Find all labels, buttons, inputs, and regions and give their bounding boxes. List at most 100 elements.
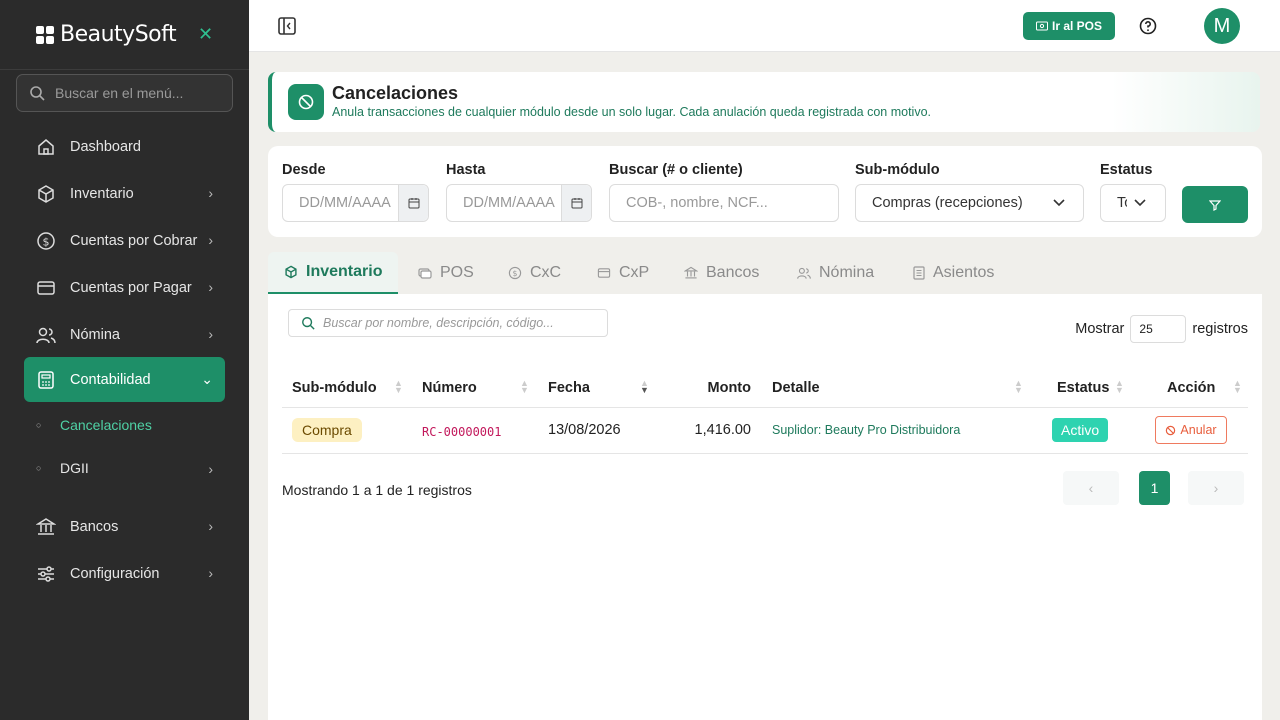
anular-label: Anular bbox=[1180, 423, 1217, 437]
chevron-right-icon: › bbox=[208, 518, 213, 534]
sort-icon[interactable]: ▲ ▼ bbox=[520, 379, 529, 395]
users-icon bbox=[36, 325, 56, 345]
sidebar-item-bancos[interactable]: Bancos › bbox=[24, 504, 225, 549]
tab-label: Nómina bbox=[819, 264, 875, 281]
page-subtitle: Anula transacciones de cualquier módulo … bbox=[332, 105, 931, 119]
chevron-right-icon: › bbox=[208, 326, 213, 342]
page-title: Cancelaciones bbox=[332, 83, 459, 103]
status-badge: Activo bbox=[1052, 418, 1109, 442]
table-header: Sub-módulo ▲ ▼ Número ▲ ▼ Fecha ▲ ▼ Monto D… bbox=[282, 370, 1248, 408]
chevron-down-icon bbox=[1134, 199, 1146, 207]
sidebar-subitem-dgii[interactable]: ○ DGII › bbox=[36, 451, 225, 485]
sidebar-item-configuracion[interactable]: Configuración › bbox=[24, 551, 225, 596]
desde-input[interactable] bbox=[283, 195, 398, 211]
tab-cxc[interactable]: $ CxC bbox=[508, 252, 561, 294]
bank-icon bbox=[36, 517, 56, 537]
ban-icon bbox=[1166, 425, 1176, 435]
buscar-field[interactable] bbox=[609, 184, 839, 222]
chevron-right-icon: › bbox=[208, 279, 213, 295]
estatus-label: Estatus bbox=[1100, 162, 1153, 178]
page-header: Cancelaciones Anula transacciones de cua… bbox=[268, 72, 1260, 132]
col-estatus[interactable]: Estatus bbox=[1057, 380, 1109, 396]
sidebar-item-inventario[interactable]: Inventario › bbox=[24, 171, 225, 216]
sidebar-subitem-cancelaciones[interactable]: ○ Cancelaciones bbox=[36, 408, 225, 442]
tab-pos[interactable]: POS bbox=[418, 252, 474, 294]
sort-icon[interactable]: ▲ ▼ bbox=[1233, 379, 1242, 395]
sidebar-item-label: Dashboard bbox=[70, 138, 141, 155]
desde-field[interactable] bbox=[282, 184, 429, 222]
tab-label: Inventario bbox=[306, 263, 383, 280]
sidebar-item-label: Nómina bbox=[70, 326, 120, 343]
submodulo-select[interactable]: Compras (recepciones) bbox=[855, 184, 1084, 222]
col-fecha[interactable]: Fecha bbox=[548, 380, 590, 396]
col-numero[interactable]: Número bbox=[422, 380, 477, 396]
sidebar-item-cuentas-por-pagar[interactable]: Cuentas por Pagar › bbox=[24, 265, 225, 310]
help-icon[interactable] bbox=[1139, 17, 1157, 35]
bank-icon bbox=[684, 266, 698, 279]
sidebar-item-dashboard[interactable]: Dashboard bbox=[24, 124, 225, 169]
hasta-input[interactable] bbox=[447, 195, 561, 211]
submodulo-badge: Compra bbox=[292, 418, 362, 442]
sidebar-item-label: Contabilidad bbox=[70, 371, 151, 388]
page-size-input[interactable]: 25 bbox=[1130, 315, 1187, 343]
tab-cxp[interactable]: CxP bbox=[597, 252, 649, 294]
module-tabs: Inventario POS $ CxC CxP Bancos Nómina A… bbox=[268, 252, 1262, 294]
col-submodulo[interactable]: Sub-módulo bbox=[292, 380, 377, 396]
sidebar-item-contabilidad[interactable]: Contabilidad ⌄ bbox=[24, 357, 225, 402]
pager-prev-button[interactable]: ‹ bbox=[1063, 471, 1119, 505]
sort-desc-icon[interactable]: ▲ ▼ bbox=[640, 379, 649, 395]
apply-filter-button[interactable] bbox=[1182, 186, 1248, 223]
pager-page-1[interactable]: 1 bbox=[1139, 471, 1170, 505]
sidebar-item-cuentas-por-cobrar[interactable]: $ Cuentas por Cobrar › bbox=[24, 218, 225, 263]
row-monto: 1,416.00 bbox=[694, 422, 751, 438]
calendar-icon[interactable] bbox=[398, 185, 428, 221]
brand-logo-icon bbox=[36, 25, 54, 44]
bullet-icon: ○ bbox=[36, 420, 42, 430]
tab-nomina[interactable]: Nómina bbox=[797, 252, 874, 294]
chevron-right-icon: › bbox=[208, 461, 213, 477]
sort-icon[interactable]: ▲ ▼ bbox=[1115, 379, 1124, 395]
estatus-select[interactable]: Todos bbox=[1100, 184, 1166, 222]
cash-icon bbox=[418, 268, 432, 279]
sort-icon[interactable]: ▲ ▼ bbox=[1014, 379, 1023, 395]
sidebar-search-input[interactable] bbox=[55, 85, 215, 101]
sidebar-item-label: Configuración bbox=[70, 565, 160, 582]
show-label: Mostrar bbox=[1075, 321, 1125, 337]
table-search-input[interactable] bbox=[323, 316, 593, 330]
estatus-value: Todos bbox=[1117, 195, 1127, 211]
filter-panel: Desde Hasta Buscar (# o cliente) Sub-mód… bbox=[268, 146, 1262, 237]
chevron-right-icon: › bbox=[208, 232, 213, 248]
go-to-pos-button[interactable]: Ir al POS bbox=[1023, 12, 1115, 40]
table-search[interactable] bbox=[288, 309, 608, 337]
desde-label: Desde bbox=[282, 162, 326, 178]
cash-icon bbox=[1035, 21, 1048, 31]
brand-name: BeautySoft bbox=[60, 22, 177, 47]
user-avatar[interactable]: M bbox=[1204, 8, 1240, 44]
hasta-field[interactable] bbox=[446, 184, 592, 222]
chevron-right-icon: › bbox=[208, 565, 213, 581]
col-accion[interactable]: Acción bbox=[1167, 380, 1215, 396]
calendar-icon[interactable] bbox=[561, 185, 591, 221]
anular-button[interactable]: Anular bbox=[1155, 416, 1227, 444]
sort-icon[interactable]: ▲ ▼ bbox=[394, 379, 403, 395]
sidebar-toggle-icon[interactable] bbox=[278, 17, 296, 35]
sidebar-search[interactable] bbox=[16, 74, 233, 112]
tab-asientos[interactable]: Asientos bbox=[913, 252, 994, 294]
col-detalle[interactable]: Detalle bbox=[772, 380, 820, 396]
calculator-icon bbox=[36, 370, 56, 390]
chevron-right-icon: › bbox=[208, 185, 213, 201]
chevron-down-icon bbox=[1053, 199, 1065, 207]
sidebar-item-nomina[interactable]: Nómina › bbox=[24, 312, 225, 357]
pager-next-button[interactable]: › bbox=[1188, 471, 1244, 505]
submodulo-value: Compras (recepciones) bbox=[872, 195, 1023, 211]
dollar-icon: $ bbox=[36, 231, 56, 251]
tab-label: CxC bbox=[530, 264, 562, 281]
tab-inventario[interactable]: Inventario bbox=[268, 252, 399, 294]
sidebar-item-label: Bancos bbox=[70, 518, 119, 535]
tab-bancos[interactable]: Bancos bbox=[684, 252, 759, 294]
table-info: Mostrando 1 a 1 de 1 registros bbox=[282, 482, 472, 498]
close-sidebar-icon[interactable]: ✕ bbox=[198, 24, 213, 45]
buscar-input[interactable] bbox=[610, 195, 838, 211]
sidebar-item-label: Cuentas por Pagar bbox=[70, 279, 192, 296]
col-monto[interactable]: Monto bbox=[690, 380, 751, 396]
